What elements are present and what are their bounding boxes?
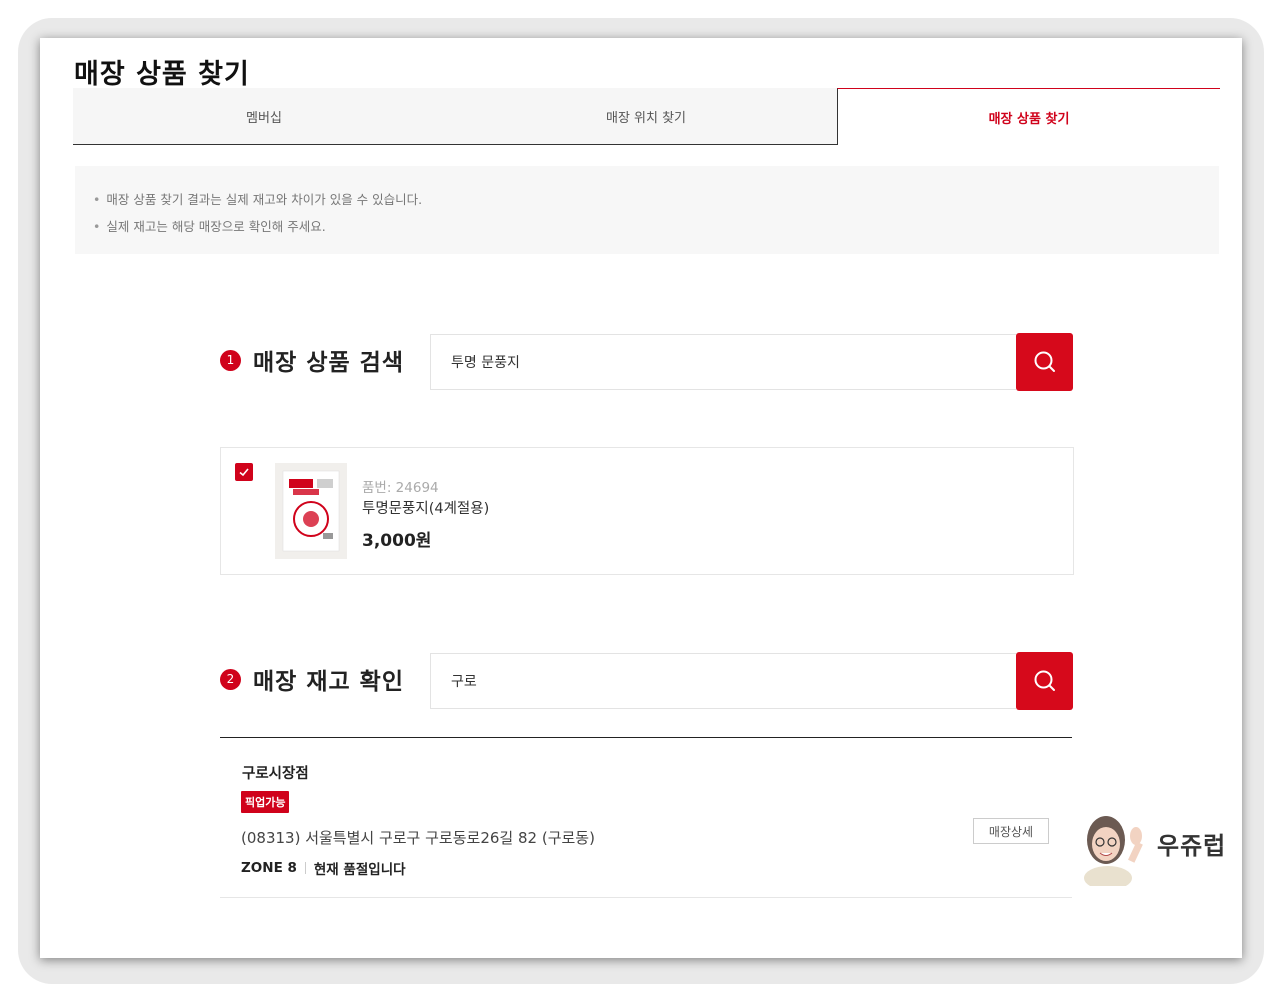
- watermark: 우쥬럽: [1080, 806, 1230, 886]
- notice-list: 매장 상품 찾기 결과는 실제 재고와 차이가 있을 수 있습니다. 실제 재고…: [75, 166, 1219, 240]
- tab-membership[interactable]: 멤버십: [73, 88, 455, 145]
- store-detail-button[interactable]: 매장상세: [973, 818, 1049, 844]
- page-frame: 매장 상품 찾기 멤버십 매장 위치 찾기 매장 상품 찾기 매장 상품 찾기 …: [40, 38, 1242, 958]
- tab-store-product-search[interactable]: 매장 상품 찾기: [837, 88, 1220, 145]
- product-search-box: [430, 333, 1073, 391]
- stock-divider: [304, 862, 306, 874]
- stock-search-button[interactable]: [1016, 652, 1073, 710]
- product-price: 3,000원: [362, 531, 432, 551]
- search-icon: [1034, 670, 1055, 691]
- check-icon: [239, 468, 249, 477]
- stock-search-title: 매장 재고 확인: [253, 669, 404, 695]
- step-badge-1: 1: [220, 349, 241, 371]
- watermark-text: 우쥬럽: [1157, 832, 1227, 860]
- product-name: 투명문풍지(4계절용): [362, 501, 490, 517]
- step-badge-2: 2: [220, 668, 241, 690]
- result-divider: [220, 737, 1072, 738]
- product-search-title: 매장 상품 검색: [253, 350, 404, 376]
- product-card[interactable]: 품번: 24694 투명문풍지(4계절용) 3,000원: [220, 447, 1074, 575]
- product-search-button[interactable]: [1016, 333, 1073, 391]
- store-address: (08313) 서울특별시 구로구 구로동로26길 82 (구로동): [241, 829, 595, 847]
- stock-search-input[interactable]: [430, 653, 1016, 709]
- tab-bar: 멤버십 매장 위치 찾기 매장 상품 찾기: [73, 88, 1220, 145]
- store-zone: ZONE 8: [241, 860, 297, 876]
- notice-item: 매장 상품 찾기 결과는 실제 재고와 차이가 있을 수 있습니다.: [93, 186, 1219, 213]
- product-search-input[interactable]: [430, 334, 1016, 390]
- product-thumbnail: [275, 463, 347, 559]
- stock-status: 현재 품절입니다: [313, 862, 406, 878]
- page-title: 매장 상품 찾기: [74, 59, 250, 91]
- store-stock-info: ZONE 8 현재 품절입니다: [241, 858, 406, 878]
- tab-store-location[interactable]: 매장 위치 찾기: [455, 88, 837, 145]
- store-name: 구로시장점: [242, 766, 309, 782]
- pickup-badge: 픽업가능: [241, 791, 290, 813]
- product-checkbox[interactable]: [235, 463, 253, 481]
- store-result-row: 구로시장점 픽업가능 (08313) 서울특별시 구로구 구로동로26길 82 …: [220, 739, 1072, 898]
- search-icon: [1034, 351, 1055, 372]
- avatar-icon: [1084, 816, 1143, 886]
- product-search-header: 1 매장 상품 검색: [220, 343, 404, 377]
- notice-item: 실제 재고는 해당 매장으로 확인해 주세요.: [93, 213, 1219, 240]
- product-code: 품번: 24694: [362, 480, 439, 496]
- notice-box: 매장 상품 찾기 결과는 실제 재고와 차이가 있을 수 있습니다. 실제 재고…: [75, 166, 1219, 254]
- stock-search-header: 2 매장 재고 확인: [220, 662, 404, 696]
- stock-search-box: [430, 652, 1073, 710]
